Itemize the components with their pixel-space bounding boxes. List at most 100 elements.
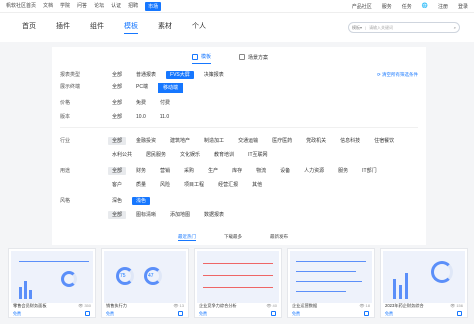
filter-option[interactable]: FVS大屏 bbox=[166, 71, 194, 79]
filter-options: 全部 金融投资 建筑地产 制造加工 交通运输 医疗医药 党政机关 信息科技 住宿… bbox=[108, 137, 408, 159]
filter-panel: 模板 场景方案 ⟳ 清空所有筛选条件 报表类型 全部 普通报表 FVS大屏 决策… bbox=[52, 47, 426, 245]
download-icon[interactable] bbox=[364, 311, 369, 316]
globe-icon[interactable]: 🌐 bbox=[422, 3, 428, 9]
top-link-market[interactable]: 市场 bbox=[145, 1, 162, 11]
filter-option[interactable]: 人力资源 bbox=[300, 167, 328, 175]
filter-option[interactable]: 建筑地产 bbox=[166, 137, 194, 145]
nav-tab-personal[interactable]: 个人 bbox=[192, 21, 206, 34]
template-card[interactable]: 企业运营数据 👁 18 免费 bbox=[287, 248, 375, 318]
sort-tab-newest[interactable]: 最新发布 bbox=[270, 234, 288, 241]
download-icon[interactable] bbox=[457, 311, 462, 316]
filter-option[interactable]: 全部 bbox=[108, 137, 127, 145]
mode-tab-scenario[interactable]: 场景方案 bbox=[239, 53, 268, 64]
task-link[interactable]: 任务 bbox=[402, 3, 412, 10]
sort-tab-downloads[interactable]: 下载最多 bbox=[224, 234, 242, 241]
nav-tab-components[interactable]: 组件 bbox=[90, 21, 104, 34]
filter-option[interactable]: 党政机关 bbox=[302, 137, 330, 145]
filter-option[interactable]: 营销 bbox=[156, 167, 174, 175]
download-icon[interactable] bbox=[271, 311, 276, 316]
filter-option[interactable]: 经营汇报 bbox=[214, 181, 242, 189]
filter-option[interactable]: 住宿餐饮 bbox=[370, 137, 398, 145]
mode-tab-template[interactable]: 模板 bbox=[192, 53, 212, 64]
search-box[interactable]: 模板 ▾ | 请输入关键词 ⌕ bbox=[348, 22, 460, 33]
sort-tabs: 最近热门 下载最多 最新发布 bbox=[178, 234, 288, 241]
filter-options: 全部 图标清晰 添加地图 数据报表 bbox=[108, 211, 408, 219]
filter-option[interactable]: 付费 bbox=[156, 99, 174, 107]
filter-option[interactable]: 文化娱乐 bbox=[176, 151, 204, 159]
service-link[interactable]: 服务 bbox=[382, 3, 392, 10]
top-link-docs[interactable]: 文档 bbox=[43, 2, 53, 11]
search-icon[interactable]: ⌕ bbox=[454, 25, 456, 30]
filter-option[interactable]: 浅色 bbox=[132, 197, 151, 205]
filter-option[interactable]: 财务 bbox=[132, 167, 150, 175]
filter-option[interactable]: 移动端 bbox=[157, 83, 183, 93]
filter-option[interactable]: 全部 bbox=[108, 167, 127, 175]
filter-option[interactable]: 客户 bbox=[108, 181, 126, 189]
filter-option[interactable]: 11.0 bbox=[156, 113, 173, 121]
top-link-home[interactable]: 帆软社区首页 bbox=[6, 2, 36, 11]
filter-option[interactable]: 设备 bbox=[276, 167, 294, 175]
filter-label: 报表类型 bbox=[60, 72, 81, 78]
divider bbox=[60, 127, 418, 128]
filter-option[interactable]: IT部门 bbox=[358, 167, 380, 175]
template-card[interactable]: 75 47 销售执行力 👁 13 免费 bbox=[101, 248, 189, 318]
filter-option[interactable]: 教育培训 bbox=[210, 151, 238, 159]
download-icon[interactable] bbox=[178, 311, 183, 316]
login-link[interactable]: 登录 bbox=[458, 3, 468, 10]
nav-tab-assets[interactable]: 素材 bbox=[158, 21, 172, 34]
filter-option[interactable]: 全部 bbox=[108, 71, 126, 79]
filter-option[interactable]: 风险 bbox=[156, 181, 174, 189]
product-community-dropdown[interactable]: 产品社区 bbox=[352, 3, 372, 10]
top-link-forum[interactable]: 论坛 bbox=[94, 2, 104, 11]
filter-option[interactable]: 决策报表 bbox=[200, 71, 228, 79]
nav-tab-templates[interactable]: 模板 bbox=[124, 21, 138, 34]
filter-row-style: 风格 深色 浅色 bbox=[60, 197, 408, 205]
search-input[interactable]: 请输入关键词 bbox=[369, 25, 454, 31]
top-link-academy[interactable]: 学院 bbox=[60, 2, 70, 11]
search-scope-select[interactable]: 模板 bbox=[352, 25, 360, 31]
filter-option[interactable]: 全部 bbox=[108, 83, 126, 93]
template-card[interactable]: 2023年药企财务综合 👁 156 免费 bbox=[380, 248, 468, 318]
filter-option[interactable]: 普通报表 bbox=[132, 71, 160, 79]
filter-option[interactable]: 全部 bbox=[108, 211, 127, 219]
filter-option[interactable]: 水利公共 bbox=[108, 151, 136, 159]
filter-option[interactable]: 医疗医药 bbox=[268, 137, 296, 145]
top-link-qa[interactable]: 问答 bbox=[77, 2, 87, 11]
filter-row-feature: 全部 图标清晰 添加地图 数据报表 bbox=[60, 211, 408, 219]
nav-tab-plugins[interactable]: 插件 bbox=[56, 21, 70, 34]
filter-option[interactable]: 物流 bbox=[252, 167, 270, 175]
filter-option[interactable]: 全部 bbox=[108, 113, 126, 121]
filter-option[interactable]: 居民服务 bbox=[142, 151, 170, 159]
template-card[interactable]: 企业竞争力综合分析 👁 40 免费 bbox=[194, 248, 282, 318]
filter-option[interactable]: 信息科技 bbox=[336, 137, 364, 145]
filter-option[interactable]: 库存 bbox=[228, 167, 246, 175]
nav-tab-home[interactable]: 首页 bbox=[22, 21, 36, 34]
filter-option[interactable]: 数据报表 bbox=[200, 211, 228, 219]
register-link[interactable]: 注册 bbox=[438, 3, 448, 10]
filter-label: 价格 bbox=[60, 100, 71, 106]
filter-option[interactable]: 深色 bbox=[108, 197, 126, 205]
filter-option[interactable]: 图标清晰 bbox=[132, 211, 160, 219]
template-card[interactable]: 零售会员财务面板 👁 350 免费 bbox=[8, 248, 96, 318]
filter-option[interactable]: 生产 bbox=[204, 167, 222, 175]
filter-option[interactable]: 金融投资 bbox=[132, 137, 160, 145]
filter-option[interactable]: 交通运输 bbox=[234, 137, 262, 145]
card-likes-count: 13 bbox=[179, 303, 184, 308]
filter-option[interactable]: 采购 bbox=[180, 167, 198, 175]
top-link-cert[interactable]: 认证 bbox=[111, 2, 121, 11]
filter-option[interactable]: 全部 bbox=[108, 99, 126, 107]
filter-option[interactable]: 10.0 bbox=[132, 113, 150, 121]
filter-option[interactable]: 其他 bbox=[248, 181, 266, 189]
card-likes-count: 156 bbox=[456, 303, 463, 308]
filter-option[interactable]: PC端 bbox=[132, 83, 152, 93]
filter-option[interactable]: 添加地图 bbox=[166, 211, 194, 219]
download-icon[interactable] bbox=[85, 311, 90, 316]
filter-option[interactable]: IT互联网 bbox=[244, 151, 271, 159]
filter-option[interactable]: 免费 bbox=[132, 99, 150, 107]
filter-option[interactable]: 质量 bbox=[132, 181, 150, 189]
filter-option[interactable]: 制造加工 bbox=[200, 137, 228, 145]
top-link-jobs[interactable]: 招聘 bbox=[128, 2, 138, 11]
sort-tab-hot[interactable]: 最近热门 bbox=[178, 234, 196, 241]
filter-option[interactable]: 服务 bbox=[334, 167, 352, 175]
filter-option[interactable]: 项目工程 bbox=[180, 181, 208, 189]
